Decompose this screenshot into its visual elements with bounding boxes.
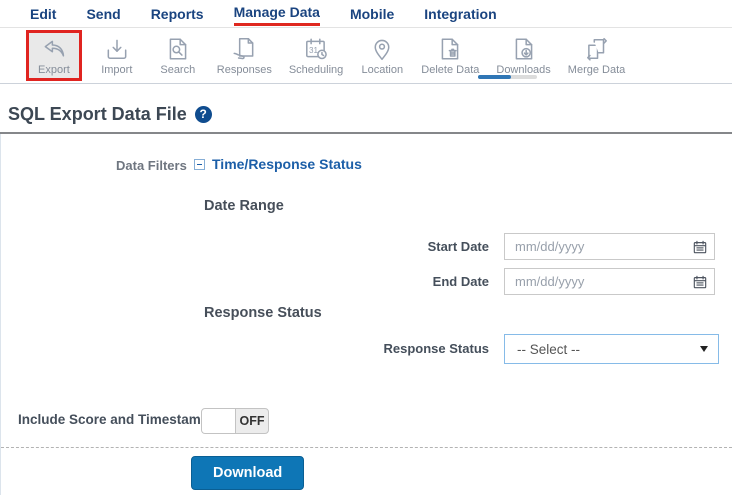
- dropdown-caret-icon: [700, 346, 708, 352]
- toolbar-import-button[interactable]: Import: [91, 33, 143, 79]
- menu-item-manage-data[interactable]: Manage Data: [233, 2, 320, 26]
- title-bar: SQL Export Data File ?: [0, 84, 732, 132]
- toolbar-item-label: Import: [101, 63, 133, 76]
- document-search-icon: [165, 36, 191, 62]
- top-menu-bar: Edit Send Reports Manage Data Mobile Int…: [0, 0, 732, 28]
- end-date-input[interactable]: [505, 269, 714, 294]
- document-hand-icon: [231, 36, 257, 62]
- toolbar-item-label: Location: [361, 63, 404, 76]
- toolbar-item-label: Delete Data: [421, 63, 480, 76]
- toolbar-scroll-thumb[interactable]: [478, 75, 511, 79]
- map-pin-icon: [369, 36, 395, 62]
- download-button[interactable]: Download: [191, 456, 305, 490]
- toolbar-responses-button[interactable]: Responses: [213, 33, 276, 79]
- calendar-icon[interactable]: [693, 275, 707, 294]
- end-date-field: [504, 268, 715, 295]
- toolbar-delete-data-button[interactable]: Delete Data: [417, 33, 483, 79]
- help-icon[interactable]: ?: [194, 105, 212, 123]
- start-date-label: Start Date: [427, 239, 489, 254]
- section-dashed-divider: [1, 447, 732, 448]
- toolbar-item-label: Search: [160, 63, 196, 76]
- filter-group-toggle[interactable]: Time/Response Status: [194, 156, 362, 172]
- menu-item-integration[interactable]: Integration: [424, 4, 496, 24]
- merge-documents-icon: [584, 36, 610, 62]
- toolbar-export-button[interactable]: Export: [26, 30, 82, 81]
- score-timestamp-toggle[interactable]: OFF: [201, 408, 269, 434]
- toolbar-item-label: Merge Data: [567, 63, 626, 76]
- toolbar-search-button[interactable]: Search: [152, 33, 204, 79]
- toolbar-item-label: Responses: [216, 63, 272, 76]
- page-title: SQL Export Data File: [8, 103, 187, 124]
- menu-item-reports[interactable]: Reports: [151, 4, 204, 24]
- toolbar-downloads-button[interactable]: Downloads: [492, 33, 554, 79]
- menu-item-send[interactable]: Send: [86, 4, 120, 24]
- toolbar-merge-data-button[interactable]: Merge Data: [564, 33, 629, 79]
- manage-data-toolbar: Export Import Search Responses 31 Schedu…: [0, 28, 732, 84]
- calendar-icon[interactable]: [693, 240, 707, 259]
- end-date-label: End Date: [432, 274, 489, 289]
- selected-option: -- Select --: [517, 341, 581, 357]
- toolbar-scheduling-button[interactable]: 31 Scheduling: [285, 33, 347, 79]
- response-status-label: Response Status: [383, 341, 489, 356]
- response-status-heading: Response Status: [204, 305, 322, 321]
- toggle-knob[interactable]: [202, 409, 236, 433]
- export-arrow-icon: [41, 36, 67, 62]
- toggle-state-text: OFF: [239, 414, 265, 428]
- response-status-select[interactable]: -- Select --: [504, 334, 719, 364]
- document-download-icon: [511, 36, 537, 62]
- data-filters-label: Data Filters: [116, 158, 187, 173]
- start-date-input[interactable]: [505, 234, 714, 259]
- filter-group-label[interactable]: Time/Response Status: [212, 156, 362, 172]
- calendar-clock-icon: 31: [303, 36, 329, 62]
- import-tray-icon: [104, 36, 130, 62]
- toolbar-location-button[interactable]: Location: [356, 33, 408, 79]
- score-toggle-label: Include Score and Timestamp: [18, 412, 210, 427]
- collapse-minus-icon[interactable]: [194, 158, 205, 170]
- toolbar-item-label: Downloads: [496, 63, 551, 76]
- sql-export-form: Data Filters Time/Response Status Date R…: [0, 134, 732, 495]
- menu-item-mobile[interactable]: Mobile: [350, 4, 394, 24]
- date-range-heading: Date Range: [204, 198, 284, 214]
- toolbar-item-label: Export: [38, 64, 70, 76]
- toolbar-item-label: Scheduling: [288, 63, 344, 76]
- start-date-field: [504, 233, 715, 260]
- toolbar-scroll-indicator[interactable]: [478, 75, 537, 79]
- menu-item-edit[interactable]: Edit: [30, 4, 56, 24]
- document-trash-icon: [437, 36, 463, 62]
- svg-text:31: 31: [309, 45, 319, 54]
